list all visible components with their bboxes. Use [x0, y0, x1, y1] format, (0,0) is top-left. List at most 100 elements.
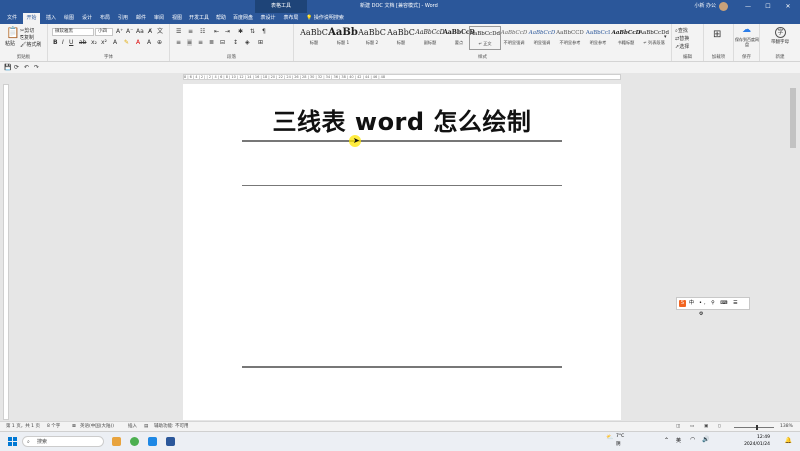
ime-mode[interactable]: 中 [689, 298, 694, 309]
new-letter-button[interactable]: 带翻字母 [762, 39, 798, 45]
style-heading[interactable]: AaBbC 标题 [385, 26, 417, 50]
addins-icon[interactable]: ⊞ [713, 30, 721, 40]
tab-table-layout[interactable]: 表布局 [281, 13, 301, 24]
copy-button[interactable]: ⎘复制 [20, 34, 34, 41]
bold-icon[interactable]: B [53, 39, 58, 46]
font-size-select[interactable]: 小四 [95, 28, 113, 36]
style-subtitle[interactable]: AaBbCcD 副标题 [414, 26, 446, 50]
close-button[interactable]: ✕ [780, 0, 796, 13]
table-bottom-rule[interactable] [242, 366, 562, 368]
ime-tool-icons[interactable]: •, ⚲ ⌨ ☰ ⚙ [699, 298, 749, 320]
show-marks-icon[interactable]: ¶ [262, 28, 266, 35]
avatar[interactable] [719, 2, 728, 11]
numbering-icon[interactable]: ≡ [188, 28, 193, 35]
grow-font-icon[interactable]: A⁺ [116, 28, 123, 35]
save-to-baidu-button[interactable]: 保存到百度网盘 [735, 37, 759, 47]
tab-draw[interactable]: 绘图 [61, 13, 77, 24]
wifi-icon[interactable]: ◠ [690, 436, 695, 443]
weather-icon[interactable]: ⛅ [606, 434, 613, 441]
change-case-icon[interactable]: Aa [136, 28, 144, 35]
tell-me-search[interactable]: 💡 操作说明搜索 [306, 13, 344, 24]
replace-button[interactable]: ⇄替换 [675, 35, 689, 42]
word-taskbar-icon[interactable] [166, 437, 175, 446]
highlight-icon[interactable]: ✎ [124, 39, 129, 46]
table-header-rule[interactable] [242, 185, 562, 186]
style-normal[interactable]: AaBbCcDd ↵ 正文 [469, 26, 501, 50]
widgets-icon[interactable] [112, 437, 121, 446]
paste-button[interactable]: 粘贴 [5, 40, 15, 47]
document-title[interactable]: 三线表 word 怎么绘制 [183, 102, 621, 137]
shading-icon[interactable]: ◈ [245, 39, 250, 46]
tab-insert[interactable]: 插入 [43, 13, 59, 24]
tab-developer[interactable]: 开发工具 [187, 13, 211, 24]
sort-icon[interactable]: ⇅ [250, 28, 255, 35]
styles-more-icon[interactable]: ▾ [664, 34, 667, 41]
ime-toolbar[interactable]: S 中 •, ⚲ ⌨ ☰ ⚙ [676, 297, 750, 317]
borders-icon[interactable]: ⊞ [258, 39, 263, 46]
clear-formatting-icon[interactable]: A̸ [148, 28, 152, 35]
minimize-button[interactable]: — [740, 0, 756, 13]
weather-temp[interactable]: 7°C [616, 434, 624, 439]
multilevel-list-icon[interactable]: ☷ [200, 28, 205, 35]
distributed-icon[interactable]: ⊟ [220, 39, 225, 46]
style-heading-2[interactable]: AaBbC 标题 2 [356, 26, 388, 50]
table-top-rule[interactable] [242, 140, 562, 142]
horizontal-ruler[interactable]: 8 | 6 | 4 | 2 | | 2 | 4 | 6 | 8 | 10 | 1… [183, 74, 621, 80]
user-name[interactable]: 小新 办公 [694, 0, 716, 13]
tab-review[interactable]: 审阅 [151, 13, 167, 24]
notification-icon[interactable]: 🔔 [785, 437, 792, 444]
cloud-save-icon[interactable]: ☁ [742, 26, 751, 35]
clock[interactable]: 12:49 2024/01/24 [744, 434, 770, 448]
align-center-icon[interactable]: ≡ [187, 39, 193, 46]
tab-design[interactable]: 设计 [79, 13, 95, 24]
chinese-layout-icon[interactable]: ✱ [238, 28, 243, 35]
strikethrough-icon[interactable]: ab [79, 39, 87, 46]
subscript-icon[interactable]: x₂ [91, 39, 97, 46]
save-icon[interactable]: 💾 [4, 64, 11, 71]
chrome-icon[interactable] [130, 437, 139, 446]
maximize-button[interactable]: ☐ [760, 0, 776, 13]
tray-chevron-icon[interactable]: ⌃ [664, 437, 669, 444]
tab-view[interactable]: 视图 [169, 13, 185, 24]
tab-file[interactable]: 文件 [4, 13, 20, 24]
format-painter-button[interactable]: 🖌格式刷 [20, 41, 41, 48]
phonetic-guide-icon[interactable]: 文 [157, 28, 163, 35]
justify-icon[interactable]: ≣ [209, 39, 214, 46]
italic-icon[interactable]: I [62, 39, 64, 46]
decrease-indent-icon[interactable]: ⇤ [214, 28, 219, 35]
style-title[interactable]: AaBbC 标题 [298, 26, 330, 50]
auto-save-icon[interactable]: ⟳ [14, 64, 19, 71]
align-right-icon[interactable]: ≡ [198, 39, 203, 46]
cut-button[interactable]: ✂剪切 [20, 27, 34, 34]
shrink-font-icon[interactable]: A⁻ [126, 28, 133, 35]
tab-help[interactable]: 帮助 [213, 13, 229, 24]
volume-icon[interactable]: 🔊 [702, 436, 709, 443]
find-button[interactable]: ⌕查找 [675, 27, 688, 34]
enclose-characters-icon[interactable]: ⊕ [157, 39, 162, 46]
increase-indent-icon[interactable]: ⇥ [225, 28, 230, 35]
redo-icon[interactable]: ↷ [34, 64, 39, 71]
tab-mailings[interactable]: 邮件 [133, 13, 149, 24]
scrollbar-thumb[interactable] [790, 88, 796, 148]
windows-start-icon[interactable] [8, 437, 17, 446]
document-page[interactable]: 三线表 word 怎么绘制 ➤ [183, 84, 621, 420]
align-left-icon[interactable]: ≡ [176, 39, 181, 46]
font-name-select[interactable]: 微软雅黑 [52, 28, 94, 36]
select-button[interactable]: ➚选择 [675, 43, 689, 50]
tab-table-design[interactable]: 表设计 [258, 13, 278, 24]
input-language[interactable]: 英 [676, 437, 681, 444]
letter-icon[interactable]: 字 [775, 27, 786, 38]
superscript-icon[interactable]: x² [101, 39, 107, 46]
paste-icon[interactable]: 📋 [6, 27, 20, 39]
weather-desc[interactable]: 阴 [616, 441, 621, 447]
zoom-slider[interactable] [734, 427, 774, 428]
character-shading-icon[interactable]: A [147, 39, 151, 46]
tab-layout[interactable]: 布局 [97, 13, 113, 24]
line-spacing-icon[interactable]: ↕ [233, 39, 238, 46]
zoom-slider-thumb[interactable] [756, 424, 758, 430]
font-color-icon[interactable]: A [136, 39, 140, 46]
tab-references[interactable]: 引用 [115, 13, 131, 24]
undo-icon[interactable]: ↶ [24, 64, 29, 71]
edge-icon[interactable] [148, 437, 157, 446]
text-effects-icon[interactable]: A [113, 39, 117, 46]
